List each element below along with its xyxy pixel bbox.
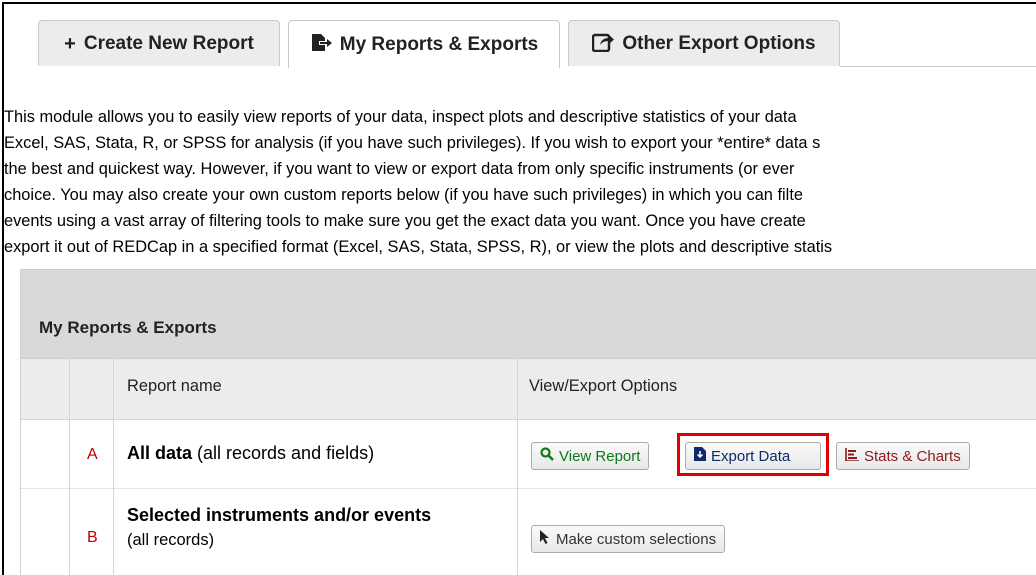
reports-table: My Reports & Exports Report name View/Ex… bbox=[20, 269, 1036, 575]
stats-charts-button[interactable]: Stats & Charts bbox=[836, 442, 970, 470]
description-line: events using a vast array of filtering t… bbox=[4, 212, 806, 230]
table-title: My Reports & Exports bbox=[39, 318, 217, 337]
report-name-detail: (all records) bbox=[127, 531, 215, 549]
column-divider bbox=[113, 359, 114, 575]
page-frame: + Create New Report My Reports & Exports… bbox=[2, 2, 1036, 575]
report-name: Selected instruments and/or events (all r… bbox=[127, 503, 431, 552]
view-report-button[interactable]: View Report bbox=[531, 442, 650, 470]
tab-label: My Reports & Exports bbox=[339, 33, 539, 55]
column-divider bbox=[69, 359, 70, 575]
highlight-box bbox=[677, 433, 829, 476]
tab-create-new-report[interactable]: + Create New Report bbox=[38, 20, 280, 66]
plus-icon: + bbox=[64, 32, 76, 55]
search-icon bbox=[540, 447, 554, 465]
module-description: This module allows you to easily view re… bbox=[4, 104, 1036, 260]
column-header-row: Report name View/Export Options bbox=[21, 359, 1036, 420]
bar-chart-icon bbox=[845, 447, 859, 465]
view-report-label: View Report bbox=[559, 447, 641, 465]
report-name: All data (all records and fields) bbox=[127, 443, 374, 464]
table-row: B Selected instruments and/or events (all… bbox=[21, 489, 1036, 575]
row-letter: A bbox=[87, 446, 98, 463]
description-line: export it out of REDCap in a specified f… bbox=[4, 238, 833, 256]
tab-other-export-options[interactable]: Other Export Options bbox=[568, 20, 840, 66]
tab-label: Create New Report bbox=[83, 32, 254, 54]
column-divider bbox=[517, 359, 518, 575]
file-export-icon bbox=[310, 33, 332, 57]
column-view-export-options: View/Export Options bbox=[529, 377, 678, 395]
table-header: My Reports & Exports bbox=[21, 270, 1036, 359]
make-custom-selections-label: Make custom selections bbox=[556, 530, 717, 548]
description-line: Excel, SAS, Stata, R, or SPSS for analys… bbox=[4, 134, 821, 152]
share-icon bbox=[592, 32, 615, 56]
pointer-icon bbox=[540, 530, 551, 548]
column-report-name: Report name bbox=[127, 377, 222, 395]
tab-underline bbox=[840, 66, 1036, 67]
stats-charts-label: Stats & Charts bbox=[864, 447, 961, 465]
report-name-detail: (all records and fields) bbox=[192, 443, 375, 463]
report-name-bold: Selected instruments and/or events bbox=[127, 505, 432, 525]
description-line: the best and quickest way. However, if y… bbox=[4, 160, 795, 178]
report-name-bold: All data bbox=[127, 443, 193, 463]
make-custom-selections-button[interactable]: Make custom selections bbox=[531, 525, 726, 553]
row-letter: B bbox=[87, 529, 98, 546]
description-line: choice. You may also create your own cus… bbox=[4, 186, 803, 204]
tab-my-reports-exports[interactable]: My Reports & Exports bbox=[288, 20, 560, 68]
table-row: A All data (all records and fields) View… bbox=[21, 420, 1036, 489]
tab-label: Other Export Options bbox=[622, 32, 816, 54]
description-line: This module allows you to easily view re… bbox=[4, 108, 797, 126]
